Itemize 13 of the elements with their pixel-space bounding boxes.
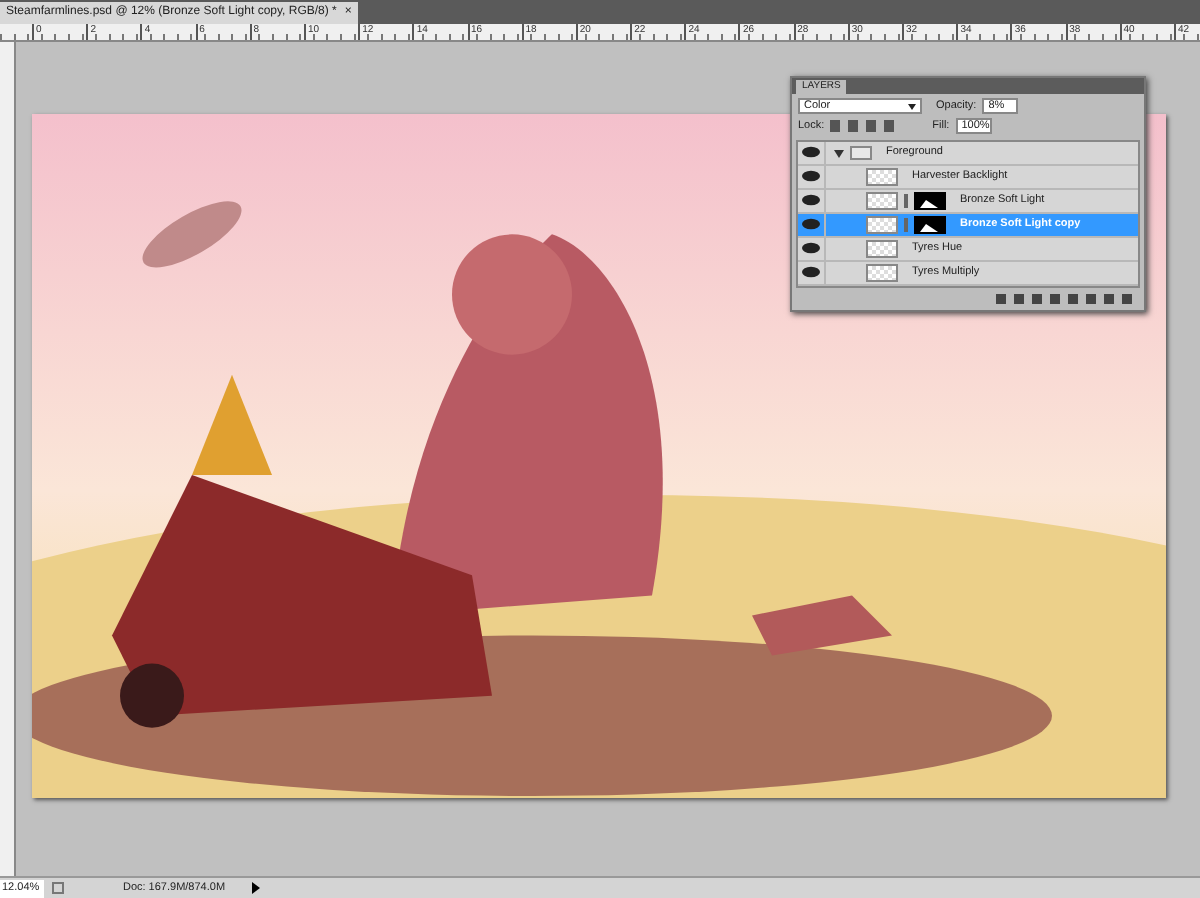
layer-thumbnail [866,263,898,281]
dropdown-arrow-icon [908,103,916,110]
expand-arrow-icon[interactable] [834,147,844,157]
layer-thumbnail [866,239,898,257]
status-icon[interactable] [52,882,64,894]
layer-mask-thumbnail [914,191,946,209]
layer-thumbnail [866,191,898,209]
layer-mask-thumbnail [914,215,946,233]
menu-arrow-icon[interactable] [252,882,260,894]
lock-icons[interactable] [830,120,899,133]
layer-thumbnail [866,215,898,233]
folder-icon [850,145,872,159]
layer-thumbnail [866,167,898,185]
